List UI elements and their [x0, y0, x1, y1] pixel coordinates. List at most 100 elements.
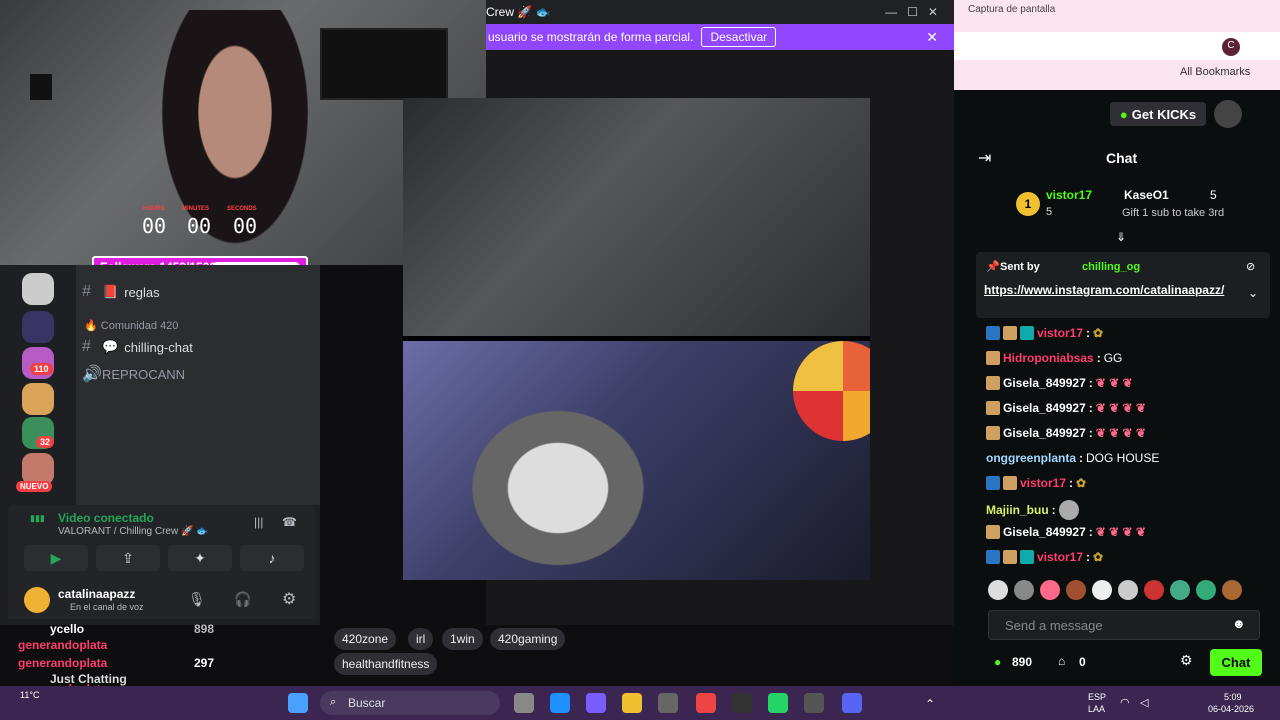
hide-icon[interactable]: ⊘ — [1246, 260, 1255, 273]
emote-button[interactable] — [1092, 580, 1112, 600]
server-icon-logo[interactable] — [22, 311, 54, 343]
server-badge-count: 32 — [36, 436, 55, 448]
browser-tab[interactable]: Captura de pantalla — [968, 4, 1098, 26]
emote-button[interactable] — [1118, 580, 1138, 600]
store-app-icon[interactable] — [658, 693, 678, 713]
store-icon[interactable]: ⌂ — [1058, 654, 1065, 668]
emote-button[interactable] — [1144, 580, 1164, 600]
noise-icon[interactable]: ||| — [254, 515, 263, 529]
whatsapp-icon[interactable] — [768, 693, 788, 713]
chevron-down-icon[interactable]: ⌄ — [1248, 286, 1258, 300]
folder-icon[interactable] — [622, 693, 642, 713]
tag-chip[interactable]: 1win — [442, 628, 483, 650]
wifi-icon[interactable]: ◠ — [1120, 696, 1130, 709]
activities-button[interactable]: ✦ — [168, 545, 232, 571]
chrome-icon[interactable] — [696, 693, 716, 713]
get-kicks-button[interactable]: ● Get KICKs — [1110, 102, 1206, 126]
tag-chip[interactable]: irl — [408, 628, 434, 650]
gear-icon[interactable]: ⚙ — [1180, 652, 1193, 669]
chat-username[interactable]: Gisela_849927 — [1003, 525, 1086, 539]
headphones-icon[interactable]: 🎧 — [234, 591, 251, 608]
server-badge-count: 110 — [30, 363, 53, 375]
chat-send-button[interactable]: Chat — [1210, 649, 1262, 676]
top-gifter[interactable]: vistor17 — [1046, 188, 1092, 202]
badge-icon — [1003, 326, 1017, 340]
pinned-user[interactable]: chilling_og — [1082, 261, 1140, 273]
emote-button[interactable] — [1040, 580, 1060, 600]
chat-username[interactable]: onggreenplanta — [986, 451, 1076, 465]
overlay-chat-user: generandoplata — [18, 656, 108, 670]
disconnect-icon[interactable]: ☎ — [282, 515, 297, 529]
all-bookmarks[interactable]: All Bookmarks — [1180, 66, 1250, 78]
language[interactable]: ESP — [1088, 692, 1106, 702]
server-icon-avatar[interactable] — [22, 273, 54, 305]
camera-button[interactable]: ▶ — [24, 545, 88, 571]
start-icon[interactable] — [288, 693, 308, 713]
copilot-icon[interactable] — [586, 693, 606, 713]
avatar[interactable] — [1214, 100, 1242, 128]
chat-username[interactable]: vistor17 — [1037, 326, 1083, 340]
emote-button[interactable] — [1196, 580, 1216, 600]
chat-username[interactable]: Gisela_849927 — [1003, 401, 1086, 415]
search-box[interactable]: Buscar — [320, 691, 500, 715]
overlay-chat-user: generandoplata — [18, 638, 108, 652]
expand-icon[interactable]: ⇓ — [1116, 230, 1126, 244]
badge-icon — [1020, 550, 1034, 564]
obs-icon[interactable] — [732, 693, 752, 713]
overlay-chat-user: ycello — [50, 622, 85, 636]
volume-icon[interactable]: ◁ — [1140, 696, 1148, 709]
chat-username[interactable]: Hidroponiabsas — [1003, 351, 1094, 365]
edge-icon[interactable] — [550, 693, 570, 713]
discord-icon[interactable] — [842, 693, 862, 713]
channel-reglas[interactable]: # 📕 reglas — [82, 283, 160, 301]
points-value[interactable]: 890 — [1012, 655, 1032, 669]
taskview-icon[interactable] — [514, 693, 534, 713]
chat-username[interactable]: vistor17 — [1037, 550, 1083, 564]
emote-button[interactable] — [1222, 580, 1242, 600]
profile-avatar[interactable]: C — [1222, 38, 1240, 56]
microphone-icon[interactable]: 🎙 — [188, 591, 206, 608]
tag-chip[interactable]: 420gaming — [490, 628, 566, 650]
chat-username[interactable]: Majiin_buu — [986, 503, 1049, 517]
clock-time[interactable]: 5:09 — [1224, 692, 1242, 702]
emote-button[interactable] — [1066, 580, 1086, 600]
gear-icon[interactable]: ⚙ — [282, 589, 296, 609]
emoji-icon[interactable]: ☻ — [1232, 616, 1246, 631]
channel-label: REPROCANN — [102, 366, 186, 382]
chevron-up-icon[interactable]: ⌃ — [925, 697, 935, 711]
tag-chip[interactable]: healthandfitness — [334, 653, 438, 675]
emote-button[interactable] — [1170, 580, 1190, 600]
category-label[interactable]: 🔥 Comunidad 420 — [84, 319, 178, 332]
emote-button[interactable] — [988, 580, 1008, 600]
emote-button[interactable] — [1014, 580, 1034, 600]
send-message-input[interactable]: Send a message — [988, 610, 1260, 640]
voice-channel[interactable]: VALORANT / Chilling Crew 🚀 🐟 — [58, 526, 209, 537]
badge-icon — [1020, 326, 1034, 340]
avatar[interactable] — [24, 587, 50, 613]
disable-button[interactable]: Desactivar — [701, 27, 777, 47]
timer-label-minutes: MINUTES — [182, 206, 209, 212]
chat-title: Chat — [1106, 150, 1138, 166]
chat-username[interactable]: Gisela_849927 — [1003, 426, 1086, 440]
user-status: En el canal de voz — [70, 602, 144, 612]
video-player[interactable] — [403, 98, 870, 580]
pinned-link[interactable]: https://www.instagram.com/catalinaapazz/ — [984, 282, 1234, 298]
collapse-chat-icon[interactable]: ⇥ — [978, 148, 991, 168]
server-icon-face[interactable] — [22, 383, 54, 415]
channel-chilling-chat[interactable]: # 💬 chilling-chat — [82, 338, 193, 356]
channel-label: chilling-chat — [124, 339, 193, 355]
points-icon: ● — [994, 655, 1002, 669]
chat-message: Majiin_buu: — [986, 500, 1079, 520]
chat-message: vistor17: ✿ — [986, 326, 1103, 340]
chat-username[interactable]: Gisela_849927 — [1003, 376, 1086, 390]
app-icon[interactable] — [804, 693, 824, 713]
soundboard-button[interactable]: ♪ — [240, 545, 304, 571]
second-gifter[interactable]: KaseO1 — [1124, 188, 1169, 202]
chat-username[interactable]: vistor17 — [1020, 476, 1066, 490]
tag-chip[interactable]: 420zone — [334, 628, 397, 650]
window-controls[interactable]: — ☐ ✕ — [885, 5, 938, 19]
weather[interactable]: 11°C — [20, 690, 39, 700]
channel-reprocann[interactable]: 🔊 REPROCANN — [82, 364, 185, 384]
screenshare-button[interactable]: ⇪ — [96, 545, 160, 571]
close-icon[interactable]: ✕ — [926, 29, 938, 46]
